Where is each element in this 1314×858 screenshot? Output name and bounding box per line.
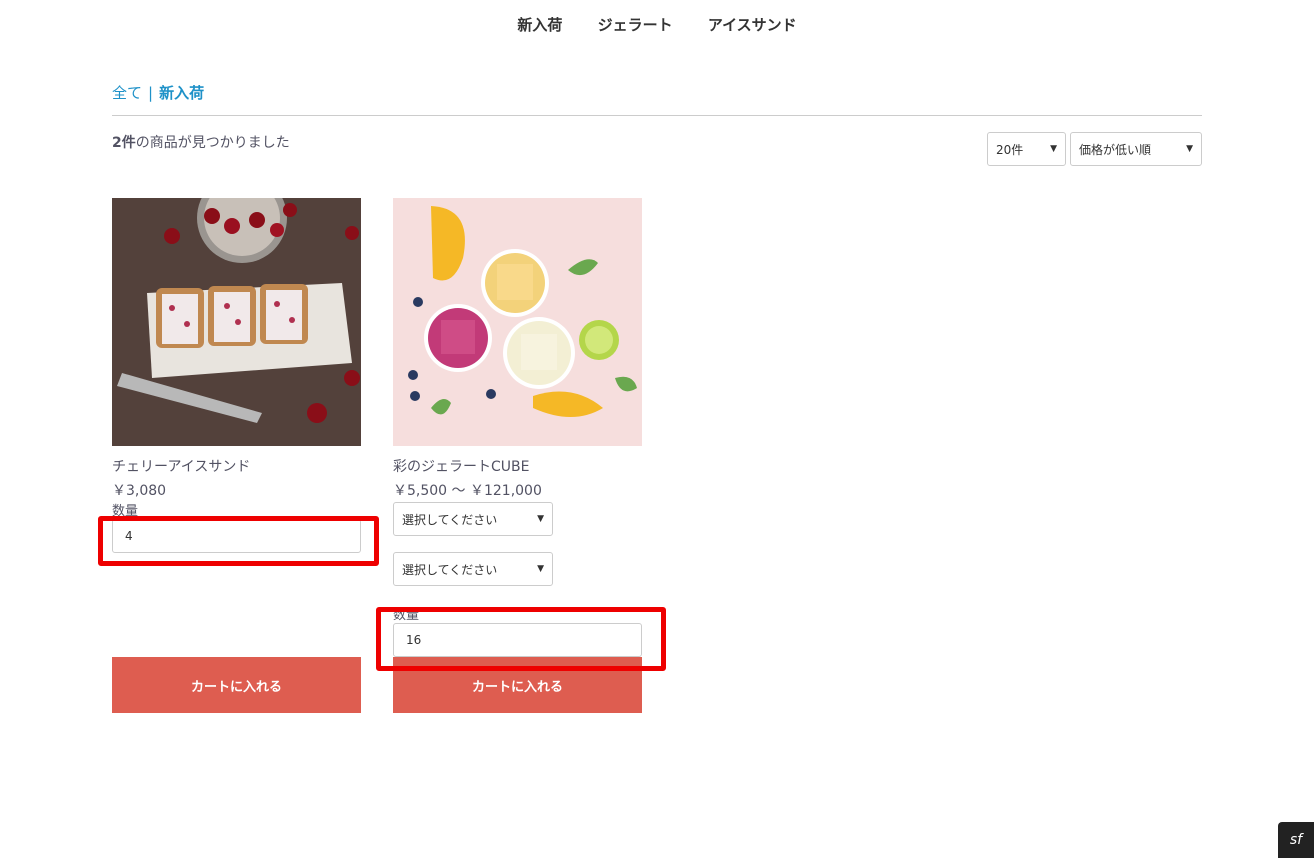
chevron-down-icon: ▼ (537, 514, 544, 524)
option-select-value: 選択してください (402, 512, 498, 527)
breadcrumb-separator: | (148, 84, 154, 102)
divider (112, 115, 1202, 116)
top-nav: 新入荷 ジェラート アイスサンド (0, 14, 1314, 35)
option-select-value: 選択してください (402, 562, 498, 577)
nav-item-new[interactable]: 新入荷 (517, 14, 562, 35)
result-count-number: 2件 (112, 135, 136, 151)
product-name[interactable]: チェリーアイスサンド (112, 456, 361, 476)
product-image-cherry[interactable] (112, 198, 361, 446)
option-select-1[interactable]: 選択してください ▼ (393, 502, 553, 536)
option-select-2[interactable]: 選択してください ▼ (393, 552, 553, 586)
product-name[interactable]: 彩のジェラートCUBE (393, 456, 642, 476)
breadcrumb-current[interactable]: 新入荷 (159, 84, 204, 102)
product-card-gelato: 彩のジェラートCUBE ￥5,500 ～ ￥121,000 選択してください ▼… (393, 198, 642, 657)
chevron-down-icon: ▼ (1186, 144, 1193, 154)
per-page-select[interactable]: 20件 ▼ (987, 132, 1066, 166)
add-to-cart-button[interactable]: カートに入れる (112, 657, 361, 713)
sort-select[interactable]: 価格が低い順 ▼ (1070, 132, 1202, 166)
chevron-down-icon: ▼ (537, 564, 544, 574)
product-card-cherry: チェリーアイスサンド ￥3,080 数量 4 (112, 198, 361, 553)
breadcrumb-all[interactable]: 全て (112, 84, 142, 102)
sort-value: 価格が低い順 (1079, 142, 1152, 157)
product-image-gelato[interactable] (393, 198, 642, 446)
nav-item-ice-sandwich[interactable]: アイスサンド (708, 14, 797, 35)
result-count-suffix: の商品が見つかりました (135, 135, 290, 151)
highlight-box (98, 516, 379, 566)
per-page-value: 20件 (996, 142, 1024, 157)
chevron-down-icon: ▼ (1050, 144, 1057, 154)
product-price: ￥3,080 (112, 483, 167, 499)
product-price: ￥5,500 ～ ￥121,000 (393, 483, 542, 499)
highlight-box (376, 607, 666, 671)
symfony-icon[interactable]: sf (1278, 822, 1314, 858)
nav-item-gelato[interactable]: ジェラート (598, 14, 673, 35)
result-count: 2件の商品が見つかりました (112, 132, 290, 152)
breadcrumb: 全て | 新入荷 (112, 82, 204, 103)
